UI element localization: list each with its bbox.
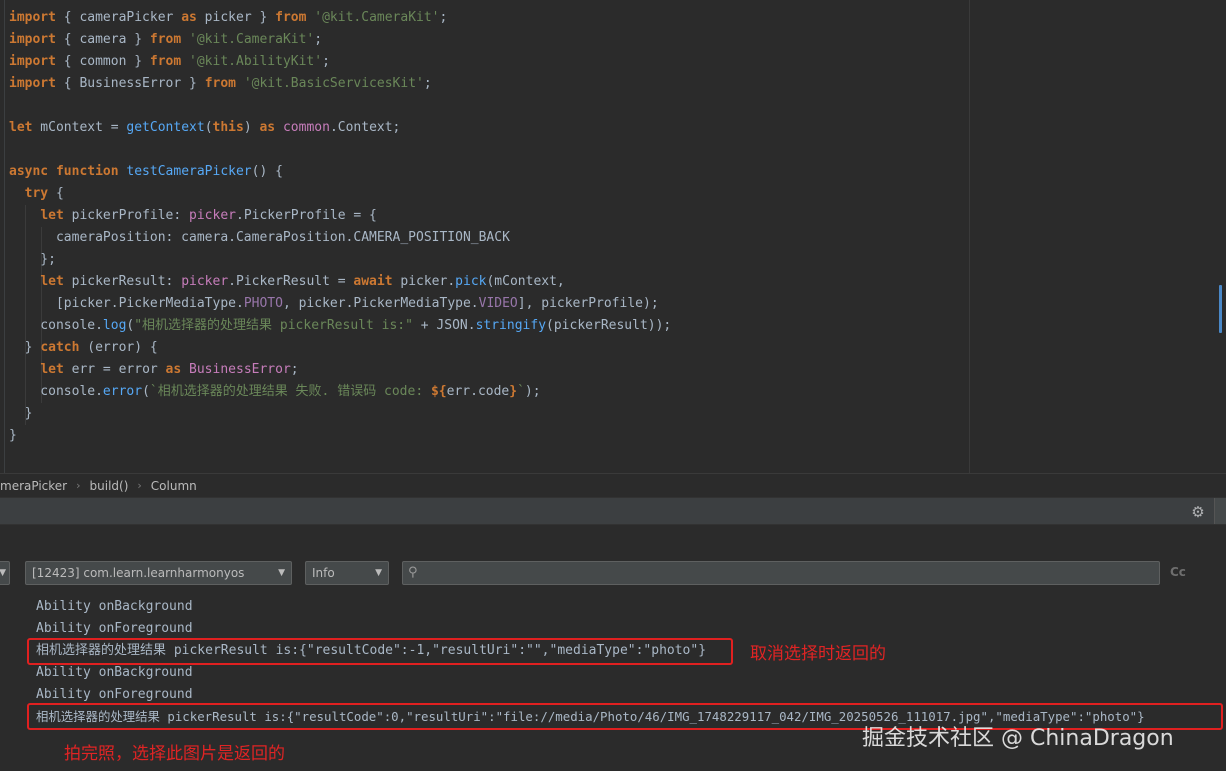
log-line: Ability onBackground	[36, 665, 193, 680]
breadcrumb: meraPicker › build() › Column	[0, 473, 1226, 497]
code-line: import { common } from '@kit.AbilityKit'…	[9, 54, 330, 69]
code-line: import { camera } from '@kit.CameraKit';	[9, 32, 323, 47]
code-line: }	[9, 428, 17, 443]
highlight-box-cancel	[27, 638, 733, 665]
gutter-divider	[4, 0, 5, 473]
breadcrumb-item-build[interactable]: build()	[90, 479, 129, 493]
code-content: import { cameraPicker as picker } from '…	[9, 7, 671, 447]
annotation-photo: 拍完照，选择此图片是返回的	[64, 744, 285, 764]
log-search-box[interactable]: ⚲	[402, 561, 1160, 585]
code-line: let mContext = getContext(this) as commo…	[9, 120, 401, 135]
code-line: [picker.PickerMediaType.PHOTO, picker.Pi…	[9, 296, 659, 311]
code-line: let pickerResult: picker.PickerResult = …	[40, 274, 565, 289]
right-margin-guide	[969, 0, 970, 473]
chevron-down-icon: ▼	[375, 568, 382, 578]
process-select[interactable]: [12423] com.learn.learnharmonyos ▼	[25, 561, 292, 585]
log-line: Ability onForeground	[36, 621, 193, 636]
match-case-toggle[interactable]: Cc	[1170, 565, 1186, 579]
log-output[interactable]: Ability onBackground Ability onForegroun…	[0, 595, 1226, 771]
code-line: let pickerProfile: picker.PickerProfile …	[40, 208, 377, 223]
log-filter-bar: ▼ [12423] com.learn.learnharmonyos ▼ Inf…	[0, 524, 1226, 595]
code-line: console.log("相机选择器的处理结果 pickerResult is:…	[9, 318, 672, 333]
breadcrumb-item-component[interactable]: meraPicker	[0, 479, 67, 493]
code-line: let err = error as BusinessError;	[40, 362, 299, 377]
log-line: Ability onBackground	[36, 599, 193, 614]
code-line: async function testCameraPicker() {	[9, 164, 283, 179]
chevron-down-icon: ▼	[278, 568, 285, 578]
code-line: import { cameraPicker as picker } from '…	[9, 10, 448, 25]
breadcrumb-item-column[interactable]: Column	[151, 479, 197, 493]
gear-icon[interactable]: ⚙	[1189, 503, 1207, 521]
watermark: 掘金技术社区 @ ChinaDragon	[862, 726, 1174, 751]
code-line: try {	[24, 186, 64, 201]
annotation-cancel: 取消选择时返回的	[750, 644, 886, 664]
code-line: }	[9, 406, 33, 421]
log-tool-header: ⚙	[0, 497, 1226, 525]
chevron-down-icon: ▼	[0, 568, 6, 578]
chevron-right-icon: ›	[76, 479, 81, 492]
code-line: cameraPosition: camera.CameraPosition.CA…	[9, 230, 510, 245]
chevron-right-icon: ›	[137, 479, 142, 492]
code-line: import { BusinessError } from '@kit.Basi…	[9, 76, 432, 91]
code-line: } catch (error) {	[9, 340, 158, 355]
tool-side-strip	[1214, 498, 1226, 525]
editor-scrollbar[interactable]	[1219, 285, 1222, 333]
device-select[interactable]: ▼	[0, 561, 10, 585]
process-select-value: [12423] com.learn.learnharmonyos	[32, 566, 245, 580]
log-search-input[interactable]	[427, 564, 1147, 582]
search-icon: ⚲	[408, 565, 418, 580]
code-editor[interactable]: import { cameraPicker as picker } from '…	[0, 0, 1226, 473]
log-level-select[interactable]: Info ▼	[305, 561, 389, 585]
log-level-value: Info	[312, 566, 335, 580]
code-line: console.error(`相机选择器的处理结果 失败. 错误码 code: …	[9, 384, 541, 399]
code-line: };	[9, 252, 56, 267]
